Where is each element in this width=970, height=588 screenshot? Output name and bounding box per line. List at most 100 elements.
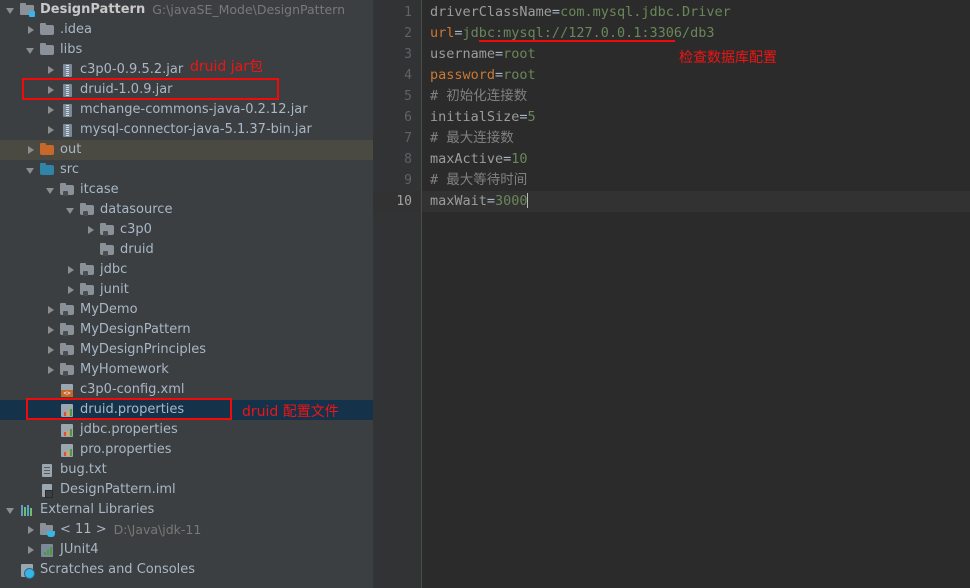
tree-row[interactable]: libs	[0, 40, 373, 60]
tree-row[interactable]: src	[0, 160, 373, 180]
code-line[interactable]: driverClassName=com.mysql.jdbc.Driver	[422, 2, 970, 23]
tree-row-label: datasource	[100, 202, 173, 217]
text-file-icon	[39, 462, 55, 478]
code-token: =	[454, 25, 463, 41]
chevron-right-icon[interactable]	[46, 325, 57, 336]
chevron-right-icon[interactable]	[46, 345, 57, 356]
package-icon	[99, 222, 115, 238]
code-line[interactable]: # 最大连接数	[422, 128, 970, 149]
line-number: 1	[404, 5, 412, 20]
tree-row[interactable]: MyDesignPattern	[0, 320, 373, 340]
chevron-down-icon[interactable]	[26, 45, 37, 56]
tree-row[interactable]: JUnit4	[0, 540, 373, 560]
tree-row[interactable]: pro.properties	[0, 440, 373, 460]
tree-row[interactable]: External Libraries	[0, 500, 373, 520]
code-line[interactable]: password=root	[422, 65, 970, 86]
tree-row-label: itcase	[80, 182, 119, 197]
project-tool-window[interactable]: DesignPattern G:\javaSE_Mode\DesignPatter…	[0, 0, 373, 588]
chevron-right-icon[interactable]	[46, 65, 57, 76]
chevron-right-icon[interactable]	[46, 105, 57, 116]
tree-row-label: Scratches and Consoles	[40, 562, 196, 577]
code-line[interactable]: initialSize=5	[422, 107, 970, 128]
code-editor[interactable]: 1 2 3 4 5 6 7 8 9 10 driverClassName=com.mysql.jd…	[373, 0, 970, 588]
external-libraries-icon	[19, 502, 35, 518]
code-area[interactable]: driverClassName=com.mysql.jdbc.Driver url…	[421, 0, 970, 588]
tree-expander-placeholder	[46, 445, 57, 456]
tree-row-label: < 11 >	[60, 522, 107, 537]
tree-row[interactable]: .idea	[0, 20, 373, 40]
code-token: com.mysql.jdbc.Driver	[560, 4, 731, 20]
tree-expander-placeholder	[46, 425, 57, 436]
chevron-down-icon[interactable]	[6, 5, 17, 16]
chevron-right-icon[interactable]	[46, 365, 57, 376]
folder-orange-icon	[39, 142, 55, 158]
tree-row[interactable]: itcase	[0, 180, 373, 200]
jar-icon	[59, 102, 75, 118]
tree-row-label: DesignPattern.iml	[60, 482, 176, 497]
tree-row[interactable]: datasource	[0, 200, 373, 220]
chevron-right-icon[interactable]	[66, 285, 77, 296]
scratches-icon	[19, 562, 35, 579]
tree-row[interactable]: mchange-commons-java-0.2.12.jar	[0, 100, 373, 120]
code-token: =	[486, 193, 496, 209]
code-token: username	[430, 46, 496, 62]
code-line[interactable]: # 最大等待时间	[422, 170, 970, 191]
tree-row[interactable]: jdbc.properties	[0, 420, 373, 440]
tree-row[interactable]: c3p0-0.9.5.2.jar	[0, 60, 373, 80]
code-token: # 初始化连接数	[430, 88, 528, 104]
line-number: 4	[404, 68, 412, 83]
tree-row[interactable]: bug.txt	[0, 460, 373, 480]
tree-row[interactable]: MyDemo	[0, 300, 373, 320]
chevron-right-icon[interactable]	[26, 25, 37, 36]
tree-row[interactable]: c3p0-config.xml	[0, 380, 373, 400]
folder-gray-icon	[39, 42, 55, 58]
code-line[interactable]: # 初始化连接数	[422, 86, 970, 107]
tree-row[interactable]: MyDesignPrinciples	[0, 340, 373, 360]
jar-icon	[59, 62, 75, 78]
chevron-right-icon[interactable]	[46, 305, 57, 316]
tree-row[interactable]: c3p0	[0, 220, 373, 240]
annotation-db-check-label: 检查数据库配置	[679, 50, 777, 66]
package-icon	[79, 262, 95, 278]
chevron-right-icon[interactable]	[26, 545, 37, 556]
tree-row-label: JUnit4	[60, 542, 99, 557]
chevron-right-icon[interactable]	[86, 225, 97, 236]
tree-row[interactable]: druid-1.0.9.jar	[0, 80, 373, 100]
chevron-right-icon[interactable]	[66, 265, 77, 276]
tree-row-label: pro.properties	[80, 442, 172, 457]
tree-row[interactable]: DesignPattern.iml	[0, 480, 373, 500]
ide-window: DesignPattern G:\javaSE_Mode\DesignPatter…	[0, 0, 970, 588]
tree-row[interactable]: MyHomework	[0, 360, 373, 380]
chevron-down-icon[interactable]	[66, 205, 77, 216]
chevron-down-icon[interactable]	[6, 505, 17, 516]
chevron-down-icon[interactable]	[26, 165, 37, 176]
code-line[interactable]: maxActive=10	[422, 149, 970, 170]
tree-row[interactable]: druid	[0, 240, 373, 260]
tree-row[interactable]: out	[0, 140, 373, 160]
tree-row[interactable]: Scratches and Consoles	[0, 560, 373, 580]
tree-row-label: .idea	[60, 22, 92, 37]
chevron-right-icon[interactable]	[46, 85, 57, 96]
line-number: 3	[404, 47, 412, 62]
package-icon	[79, 282, 95, 298]
annotation-druid-jar-label: druid jar包	[190, 59, 263, 75]
annotation-underline-url	[479, 40, 675, 42]
tree-row-label: junit	[100, 282, 129, 297]
tree-row[interactable]: mysql-connector-java-5.1.37-bin.jar	[0, 120, 373, 140]
tree-row[interactable]: junit	[0, 280, 373, 300]
code-token: =	[519, 109, 528, 125]
tree-expander-placeholder	[46, 385, 57, 396]
chevron-right-icon[interactable]	[46, 125, 57, 136]
junit-icon	[39, 542, 55, 558]
chevron-down-icon[interactable]	[46, 185, 57, 196]
code-line[interactable]: maxWait=3000	[422, 191, 970, 212]
tree-row[interactable]: jdbc	[0, 260, 373, 280]
tree-row[interactable]: < 11 > D:\Java\jdk-11	[0, 520, 373, 540]
line-number: 5	[404, 89, 412, 104]
code-token: =	[495, 67, 504, 83]
chevron-right-icon[interactable]	[26, 525, 37, 536]
tree-row-label: src	[60, 162, 79, 177]
chevron-right-icon[interactable]	[26, 145, 37, 156]
tree-row-label: bug.txt	[60, 462, 107, 477]
tree-row[interactable]: DesignPattern G:\javaSE_Mode\DesignPatter…	[0, 0, 373, 20]
